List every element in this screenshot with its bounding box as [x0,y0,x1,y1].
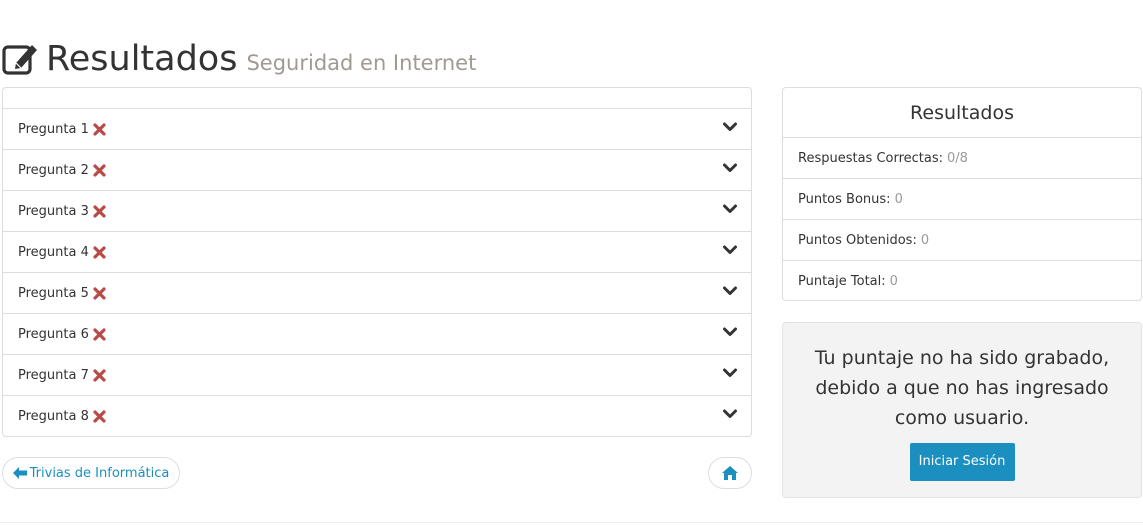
incorrect-x-icon [93,286,106,300]
question-row[interactable]: Pregunta 3 [3,191,751,232]
question-label: Pregunta 8 [18,409,89,424]
question-row[interactable]: Pregunta 2 [3,150,751,191]
back-to-trivias-button[interactable]: Trivias de Informática [2,457,180,489]
result-value: 0/8 [947,150,968,166]
incorrect-x-icon [93,163,106,177]
question-label: Pregunta 3 [18,203,89,219]
result-label: Puntos Obtenidos: [798,232,917,248]
question-row[interactable]: Pregunta 5 [3,273,751,314]
result-row: Puntos Bonus: 0 [783,179,1141,220]
arrow-left-icon [12,467,27,479]
question-label: Pregunta 6 [18,326,89,342]
back-button-label: Trivias de Informática [29,465,170,481]
questions-panel: Pregunta 1 Pregunta 2 Pregunta 3 Pregunta 4… [2,87,752,437]
result-row: Respuestas Correctas: 0/8 [783,138,1141,179]
question-label: Pregunta 4 [18,244,89,260]
incorrect-x-icon [93,327,106,341]
edit-icon [2,45,37,75]
question-label: Pregunta 5 [18,285,89,301]
page-header: Resultados Seguridad en Internet [2,36,476,79]
question-row[interactable]: Pregunta 8 [3,396,751,437]
result-label: Respuestas Correctas: [798,150,944,166]
chevron-down-icon[interactable] [723,162,737,174]
home-button[interactable] [708,457,752,489]
result-value: 0 [889,274,898,289]
chevron-down-icon[interactable] [723,367,737,379]
chevron-down-icon[interactable] [723,408,737,420]
incorrect-x-icon [93,368,106,382]
chevron-down-icon[interactable] [723,203,737,215]
question-label: Pregunta 7 [18,367,89,383]
question-label: Pregunta 1 [18,121,89,137]
not-saved-notice: Tu puntaje no ha sido grabado, debido a … [782,322,1142,498]
chevron-down-icon[interactable] [723,244,737,256]
chevron-down-icon[interactable] [723,121,737,133]
question-row[interactable]: Pregunta 7 [3,355,751,396]
result-label: Puntaje Total: [798,274,886,289]
results-title: Resultados [783,88,1141,138]
result-value: 0 [920,232,930,248]
page-subtitle: Seguridad en Internet [246,51,477,75]
login-button[interactable]: Iniciar Sesión [909,443,1015,481]
footer-divider [0,522,1143,523]
chevron-down-icon[interactable] [723,326,737,338]
page-title: Resultados [46,39,238,79]
result-row: Puntaje Total: 0 [783,261,1141,302]
notice-text: Tu puntaje no ha sido grabado, debido a … [814,347,1110,429]
home-icon [722,466,738,480]
question-row[interactable]: Pregunta 6 [3,314,751,355]
chevron-down-icon[interactable] [723,285,737,297]
question-row[interactable]: Pregunta 4 [3,232,751,273]
question-label: Pregunta 2 [18,162,89,178]
incorrect-x-icon [93,410,106,423]
results-panel: Resultados Respuestas Correctas: 0/8 Punto… [782,87,1142,301]
incorrect-x-icon [93,245,106,259]
incorrect-x-icon [93,204,106,218]
questions-panel-top [3,88,751,109]
result-label: Puntos Bonus: [798,191,891,207]
result-value: 0 [894,191,903,207]
incorrect-x-icon [93,122,106,136]
result-row: Puntos Obtenidos: 0 [783,220,1141,261]
question-row[interactable]: Pregunta 1 [3,109,751,150]
